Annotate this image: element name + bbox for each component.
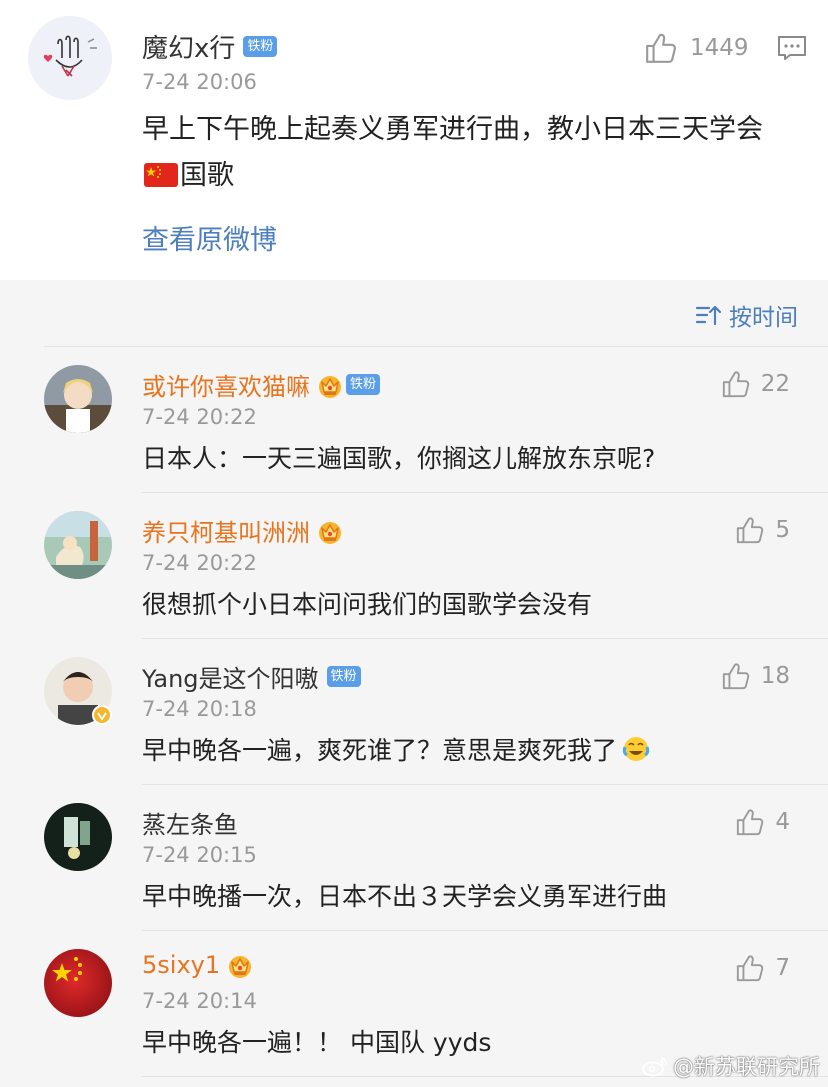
comment-author[interactable]: 养只柯基叫洲洲 <box>142 513 344 548</box>
comment-icon[interactable] <box>776 32 808 64</box>
avatar[interactable] <box>44 511 112 579</box>
avatar[interactable] <box>44 949 112 1017</box>
watermark: @新苏联研究所 <box>641 1051 820 1081</box>
vip-crown-icon <box>316 371 344 399</box>
verified-icon <box>92 705 112 725</box>
comment-item: 养只柯基叫洲洲 7-24 20:22 很想抓个小日本问问我们的国歌学会没有 5 <box>0 493 828 639</box>
thumbs-up-icon <box>735 807 765 837</box>
comment-like-count: 5 <box>775 517 790 543</box>
post-text-part1: 早上下午晚上起奏义勇军进行曲，教小日本三天学会 <box>142 114 763 145</box>
fan-badge: 铁粉 <box>346 374 381 395</box>
comment-author[interactable]: Yang是这个阳嗷 铁粉 <box>142 659 361 694</box>
comment-like-button[interactable]: 22 <box>721 369 790 399</box>
sort-by-time-button[interactable]: 按时间 <box>695 298 798 332</box>
comment-like-button[interactable]: 18 <box>721 661 790 691</box>
thumbs-up-icon <box>721 369 751 399</box>
comment-time: 7-24 20:14 <box>142 989 257 1013</box>
post-text: 早上下午晚上起奏义勇军进行曲，教小日本三天学会 国歌 <box>142 107 792 199</box>
post-time: 7-24 20:06 <box>142 70 257 94</box>
comment-text: 早中晚播一次，日本不出３天学会义勇军进行曲 <box>142 882 668 911</box>
post-like-button[interactable]: 1449 <box>644 30 749 66</box>
post-like-count: 1449 <box>690 35 749 61</box>
avatar[interactable] <box>44 803 112 871</box>
watermark-text: @新苏联研究所 <box>673 1055 820 1079</box>
avatar[interactable] <box>44 657 112 725</box>
comment-username[interactable]: 蒸左条鱼 <box>142 805 238 840</box>
post-text-part2: 国歌 <box>180 160 234 191</box>
comment-username[interactable]: 5sixy1 <box>142 951 220 979</box>
comment-text: 日本人：一天三遍国歌，你搁这儿解放东京呢? <box>142 444 656 473</box>
comment-like-button[interactable]: 4 <box>735 807 790 837</box>
comment-username[interactable]: 或许你喜欢猫嘛 <box>142 367 310 402</box>
comment-time: 7-24 20:18 <box>142 697 257 721</box>
avatar[interactable] <box>28 16 112 100</box>
comment-author[interactable]: 5sixy1 <box>142 951 254 979</box>
comment-like-button[interactable]: 5 <box>735 515 790 545</box>
comment-text-content: 早中晚各一遍，爽死谁了？意思是爽死我了 <box>142 736 618 765</box>
comment-like-count: 4 <box>775 809 790 835</box>
comment-like-count: 18 <box>760 663 790 689</box>
comment-text: 很想抓个小日本问问我们的国歌学会没有 <box>142 590 593 619</box>
thumbs-up-icon <box>735 515 765 545</box>
fan-badge: 铁粉 <box>243 36 278 57</box>
avatar[interactable] <box>44 365 112 433</box>
china-flag-icon <box>144 163 178 187</box>
comment-time: 7-24 20:22 <box>142 405 257 429</box>
weibo-logo-icon <box>642 1057 667 1077</box>
comment-like-count: 7 <box>775 955 790 981</box>
post-author[interactable]: 魔幻x行 铁粉 <box>142 28 278 65</box>
comment-author[interactable]: 或许你喜欢猫嘛 铁粉 <box>142 367 381 402</box>
sort-icon <box>695 305 721 326</box>
post-username[interactable]: 魔幻x行 <box>142 34 235 64</box>
fan-badge: 铁粉 <box>326 666 361 687</box>
comment-time: 7-24 20:15 <box>142 843 257 867</box>
vip-crown-icon <box>226 951 254 979</box>
comment-item: 或许你喜欢猫嘛 铁粉 7-24 20:22 日本人：一天三遍国歌，你搁这儿解放东… <box>0 347 828 493</box>
comment-text: 早中晚各一遍！！ 中国队 yyds <box>142 1028 492 1057</box>
view-original-link[interactable]: 查看原微博 <box>142 218 277 257</box>
thumbs-up-icon <box>721 661 751 691</box>
comment-like-button[interactable]: 7 <box>735 953 790 983</box>
crying-laugh-emoji-icon <box>622 737 650 761</box>
comment-username[interactable]: Yang是这个阳嗷 <box>142 659 319 694</box>
thumbs-up-icon <box>644 31 678 65</box>
comment-text: 早中晚各一遍，爽死谁了？意思是爽死我了 <box>142 731 651 767</box>
original-post: 魔幻x行 铁粉 7-24 20:06 1449 早上下午晚上起奏义勇军进行曲，教小… <box>0 0 828 280</box>
comment-item: Yang是这个阳嗷 铁粉 7-24 20:18 早中晚各一遍，爽死谁了？意思是爽… <box>0 639 828 785</box>
comment-time: 7-24 20:22 <box>142 551 257 575</box>
comment-like-count: 22 <box>760 371 790 397</box>
vip-crown-icon <box>316 517 344 545</box>
thumbs-up-icon <box>735 953 765 983</box>
comment-username[interactable]: 养只柯基叫洲洲 <box>142 513 310 548</box>
comment-item: 蒸左条鱼 7-24 20:15 早中晚播一次，日本不出３天学会义勇军进行曲 4 <box>0 785 828 931</box>
sort-label: 按时间 <box>729 305 798 331</box>
